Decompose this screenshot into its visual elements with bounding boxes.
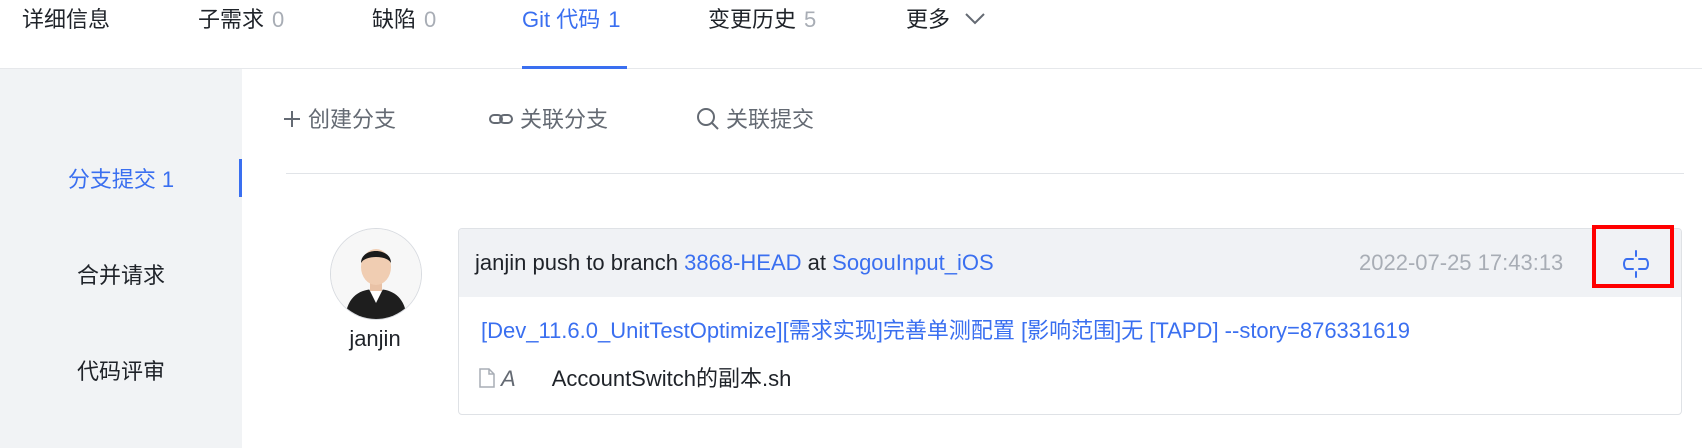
sidebar-item-code-review[interactable]: 代码评审 bbox=[0, 351, 242, 393]
create-branch-button[interactable]: 创建分支 bbox=[282, 100, 396, 140]
link-icon bbox=[489, 114, 513, 125]
search-icon bbox=[697, 108, 719, 130]
link-commit-button[interactable]: 关联提交 bbox=[696, 100, 814, 140]
active-tab-indicator bbox=[522, 66, 627, 69]
commit-card-header: janjin push to branch 3868-HEAD at Sogou… bbox=[459, 229, 1681, 297]
push-action-text: janjin push to branch bbox=[475, 250, 679, 275]
sidebar-item-merge-requests[interactable]: 合并请求 bbox=[0, 255, 242, 297]
user-avatar-icon bbox=[331, 229, 421, 319]
sidebar-item-label: 合并请求 bbox=[76, 263, 165, 288]
changed-file-row: A AccountSwitch的副本.sh bbox=[479, 361, 791, 393]
at-text: at bbox=[807, 250, 827, 275]
git-sidebar: 分支提交 1 合并请求 代码评审 bbox=[0, 69, 242, 448]
plus-icon bbox=[284, 111, 300, 128]
commit-card: janjin push to branch 3868-HEAD at Sogou… bbox=[458, 228, 1682, 415]
link-branch-button[interactable]: 关联分支 bbox=[488, 100, 608, 140]
tab-git-code[interactable]: Git 代码 1 bbox=[522, 0, 627, 69]
create-branch-label: 创建分支 bbox=[308, 107, 397, 132]
tab-sub-requirements[interactable]: 子需求 0 bbox=[198, 0, 284, 68]
sidebar-item-label: 代码评审 bbox=[76, 359, 165, 384]
commit-summary: janjin push to branch 3868-HEAD at Sogou… bbox=[475, 229, 994, 297]
tab-defects[interactable]: 缺陷 0 bbox=[372, 0, 436, 68]
tab-change-history[interactable]: 变更历史 5 bbox=[708, 0, 816, 68]
tab-label: 详细信息 bbox=[22, 7, 111, 32]
tab-label: 缺陷 bbox=[372, 7, 417, 32]
tab-details[interactable]: 详细信息 bbox=[22, 0, 110, 68]
tab-label: 变更历史 bbox=[708, 7, 797, 32]
toolbar-divider bbox=[286, 173, 1684, 174]
avatar[interactable] bbox=[330, 228, 422, 320]
commit-author-name: janjin bbox=[349, 326, 401, 351]
tab-count: 5 bbox=[804, 7, 817, 32]
tab-label: 子需求 bbox=[198, 7, 265, 32]
file-icon bbox=[479, 368, 495, 388]
link-branch-label: 关联分支 bbox=[520, 107, 609, 132]
link-commit-label: 关联提交 bbox=[726, 107, 815, 132]
tab-label: 更多 bbox=[906, 7, 951, 32]
commit-message-link[interactable]: [Dev_11.6.0_UnitTestOptimize][需求实现]完善单测配… bbox=[481, 313, 1410, 345]
tab-bar: 详细信息 子需求 0 缺陷 0 Git 代码 1 变更历史 5 更多 bbox=[0, 0, 1702, 69]
branch-link[interactable]: 3868-HEAD bbox=[684, 250, 801, 275]
file-name: AccountSwitch的副本.sh bbox=[551, 366, 792, 391]
tab-more[interactable]: 更多 bbox=[906, 0, 986, 68]
tab-count: 0 bbox=[272, 7, 285, 32]
sidebar-item-branch-commits[interactable]: 分支提交 1 bbox=[0, 159, 242, 201]
active-sidebar-indicator bbox=[239, 159, 242, 197]
highlight-box bbox=[1592, 225, 1674, 288]
tab-count: 0 bbox=[424, 7, 437, 32]
commit-timestamp: 2022-07-25 17:43:13 bbox=[1359, 250, 1564, 275]
tab-label: Git 代码 bbox=[522, 7, 601, 32]
tab-count: 1 bbox=[608, 7, 621, 32]
chevron-down-icon bbox=[965, 13, 985, 25]
sidebar-item-label: 分支提交 1 bbox=[67, 167, 175, 192]
repo-link[interactable]: SogouInput_iOS bbox=[832, 250, 993, 275]
file-status: A bbox=[501, 366, 516, 391]
